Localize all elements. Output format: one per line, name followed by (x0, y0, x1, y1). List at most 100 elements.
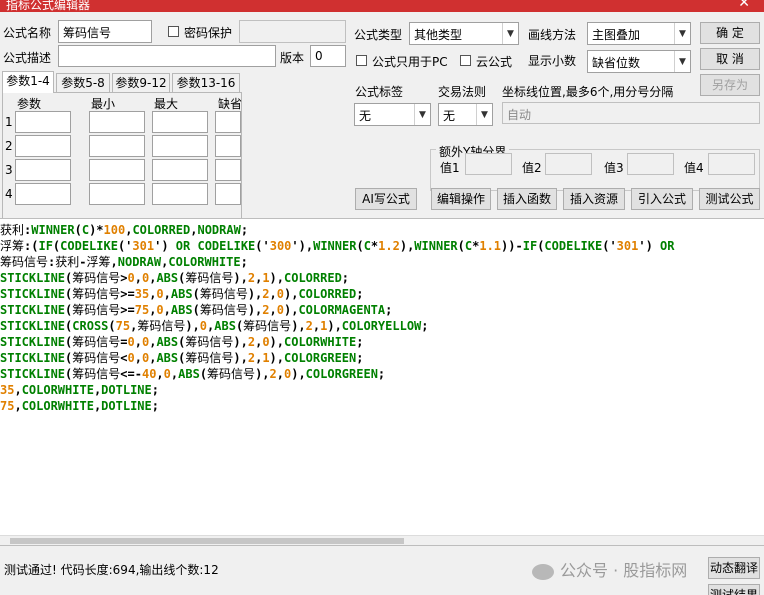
draw-method-select[interactable]: 主图叠加 ▼ (587, 22, 691, 45)
param-3-name-input[interactable] (15, 159, 71, 181)
param-4-max-input[interactable] (152, 183, 208, 205)
status-bar: 测试通过! 代码长度:694,输出线个数:12 公众号 · 股指标网 动态翻译 … (0, 545, 764, 595)
insert-function-button[interactable]: 插入函数 (497, 188, 557, 210)
param-row-label: 4 (5, 187, 13, 201)
trade-rule-label: 交易法则 (438, 85, 487, 99)
param-4-default-input[interactable] (215, 183, 241, 205)
code-text[interactable]: 获利:WINNER(C)*100,COLORRED,NODRAW; 浮筹:(IF(… (0, 222, 675, 414)
param-4-min-input[interactable] (89, 183, 145, 205)
cloud-formula-checkbox[interactable] (460, 55, 471, 66)
tab-params-5-8[interactable]: 参数5-8 (56, 73, 110, 93)
y-value-4-input[interactable] (708, 153, 755, 175)
close-icon[interactable]: ✕ (738, 0, 750, 11)
test-formula-button[interactable]: 测试公式 (699, 188, 760, 210)
param-row-label: 2 (5, 139, 13, 153)
formula-type-label: 公式类型 (354, 28, 403, 42)
param-2-min-input[interactable] (89, 135, 145, 157)
formula-desc-label: 公式描述 (3, 51, 52, 65)
chevron-down-icon: ▼ (674, 51, 690, 72)
code-line: 筹码信号:获利-浮筹,NODRAW,COLORWHITE; (0, 255, 248, 269)
y-value-3-input[interactable] (627, 153, 674, 175)
password-checkbox[interactable] (168, 26, 179, 37)
cloud-formula-label: 云公式 (476, 55, 513, 69)
horizontal-scrollbar[interactable] (0, 535, 764, 545)
save-as-button[interactable]: 另存为 (700, 74, 760, 96)
y-value-1-label: 值1 (440, 161, 460, 175)
param-header-max: 最大 (154, 97, 179, 111)
pc-only-label: 公式只用于PC (372, 55, 448, 69)
formula-form: 公式名称 筹码信号 密码保护 公式类型 其他类型 ▼ 画线方法 主图叠加 ▼ 确… (0, 12, 764, 226)
code-line: 浮筹:(IF(CODELIKE('301') OR CODELIKE('300'… (0, 239, 675, 253)
status-message: 测试通过! 代码长度:694,输出线个数:12 (4, 563, 219, 577)
code-line: 35,COLORWHITE,DOTLINE; (0, 383, 159, 397)
param-1-min-input[interactable] (89, 111, 145, 133)
dynamic-translate-button[interactable]: 动态翻译 (708, 557, 760, 579)
param-row-label: 3 (5, 163, 13, 177)
code-line: STICKLINE(筹码信号<=-40,0,ABS(筹码信号),2,0),COL… (0, 367, 386, 381)
param-4-name-input[interactable] (15, 183, 71, 205)
version-input[interactable]: 0 (310, 45, 346, 67)
param-1-max-input[interactable] (152, 111, 208, 133)
code-line: 75,COLORWHITE,DOTLINE; (0, 399, 159, 413)
formula-name-input[interactable]: 筹码信号 (58, 20, 152, 43)
param-1-default-input[interactable] (215, 111, 241, 133)
formula-tag-label: 公式标签 (355, 85, 404, 99)
formula-desc-input[interactable] (58, 45, 276, 67)
tab-params-9-12[interactable]: 参数9-12 (112, 73, 170, 93)
param-3-min-input[interactable] (89, 159, 145, 181)
trade-rule-select[interactable]: 无 ▼ (438, 103, 493, 126)
param-header-name: 参数 (17, 97, 42, 111)
formula-type-select[interactable]: 其他类型 ▼ (409, 22, 519, 45)
chevron-down-icon: ▼ (476, 104, 492, 125)
decimals-value: 缺省位数 (592, 56, 641, 70)
scrollbar-thumb[interactable] (10, 538, 404, 544)
insert-resource-button[interactable]: 插入资源 (563, 188, 625, 210)
param-2-max-input[interactable] (152, 135, 208, 157)
password-input[interactable] (239, 20, 346, 43)
y-value-2-label: 值2 (522, 161, 542, 175)
watermark: 公众号 · 股指标网 (532, 557, 687, 581)
ok-button[interactable]: 确 定 (700, 22, 760, 44)
version-label: 版本 (280, 51, 305, 65)
param-3-max-input[interactable] (152, 159, 208, 181)
chevron-down-icon: ▼ (674, 23, 690, 44)
param-header-min: 最小 (91, 97, 116, 111)
y-value-4-label: 值4 (684, 161, 704, 175)
formula-name-label: 公式名称 (3, 26, 52, 40)
code-line: STICKLINE(CROSS(75,筹码信号),0,ABS(筹码信号),2,1… (0, 319, 429, 333)
draw-method-label: 画线方法 (528, 28, 577, 42)
tab-params-1-4[interactable]: 参数1-4 (2, 71, 54, 93)
cancel-button[interactable]: 取 消 (700, 48, 760, 70)
code-line: STICKLINE(筹码信号>=75,0,ABS(筹码信号),2,0),COLO… (0, 303, 393, 317)
param-row-label: 1 (5, 115, 13, 129)
formula-type-value: 其他类型 (414, 28, 463, 42)
test-result-button[interactable]: 测试结果 (708, 584, 760, 595)
ai-write-button[interactable]: AI写公式 (355, 188, 417, 210)
title-bar: 指标公式编辑器 ✕ (0, 0, 764, 12)
y-value-2-input[interactable] (545, 153, 592, 175)
code-line: 获利:WINNER(C)*100,COLORRED,NODRAW; (0, 223, 249, 237)
password-label: 密码保护 (184, 26, 233, 40)
params-panel: 参数 最小 最大 缺省 1 2 3 4 (2, 92, 242, 226)
y-value-1-input[interactable] (465, 153, 512, 175)
window-title: 指标公式编辑器 (6, 0, 91, 12)
pc-only-checkbox[interactable] (356, 55, 367, 66)
code-line: STICKLINE(筹码信号<0,0,ABS(筹码信号),2,1),COLORG… (0, 351, 364, 365)
tab-params-13-16[interactable]: 参数13-16 (172, 73, 240, 93)
chevron-down-icon: ▼ (502, 23, 518, 44)
code-editor[interactable]: 获利:WINNER(C)*100,COLORRED,NODRAW; 浮筹:(IF(… (0, 218, 764, 545)
coord-line-label: 坐标线位置,最多6个,用分号分隔 (502, 85, 674, 99)
param-2-name-input[interactable] (15, 135, 71, 157)
wechat-icon (532, 563, 554, 580)
edit-operations-button[interactable]: 编辑操作 (431, 188, 491, 210)
import-formula-button[interactable]: 引入公式 (631, 188, 693, 210)
param-header-default: 缺省 (218, 97, 243, 111)
y-value-3-label: 值3 (604, 161, 624, 175)
coord-line-input[interactable]: 自动 (502, 102, 760, 124)
param-1-name-input[interactable] (15, 111, 71, 133)
decimals-select[interactable]: 缺省位数 ▼ (587, 50, 691, 73)
param-2-default-input[interactable] (215, 135, 241, 157)
formula-tag-select[interactable]: 无 ▼ (354, 103, 431, 126)
trade-rule-value: 无 (443, 109, 456, 123)
param-3-default-input[interactable] (215, 159, 241, 181)
